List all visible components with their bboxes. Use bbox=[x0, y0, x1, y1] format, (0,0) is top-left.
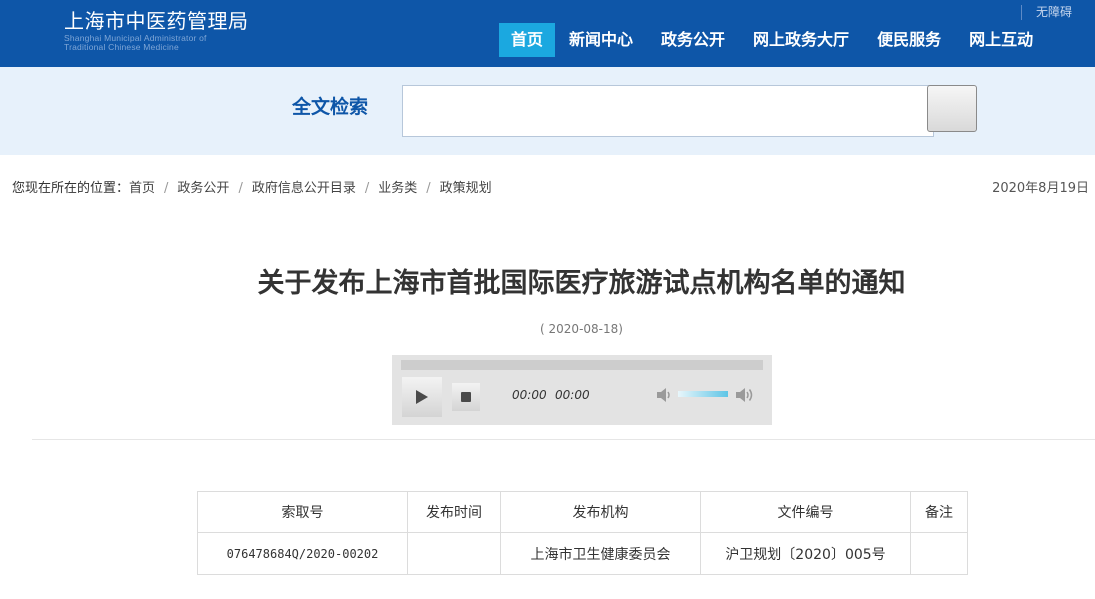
breadcrumb-separator: / bbox=[238, 181, 243, 196]
site-logo[interactable]: 上海市中医药管理局 Shanghai Municipal Administrat… bbox=[64, 8, 249, 52]
stop-button[interactable] bbox=[452, 383, 480, 411]
table-cell-publisher: 上海市卫生健康委员会 bbox=[500, 532, 701, 575]
table-header-cell: 备注 bbox=[910, 491, 968, 533]
table-cell-index-number: 076478684Q/2020-00202 bbox=[197, 532, 408, 575]
nav-item-gov-affairs[interactable]: 政务公开 bbox=[647, 23, 739, 57]
nav-item-home[interactable]: 首页 bbox=[499, 23, 556, 57]
table-header-cell: 发布时间 bbox=[407, 491, 501, 533]
accessibility-link[interactable]: 无障碍 bbox=[1021, 5, 1072, 20]
duration-time: 00:00 bbox=[555, 388, 590, 402]
search-label: 全文检索 bbox=[292, 96, 369, 118]
search-band: 全文检索 bbox=[0, 67, 1095, 155]
logo-title-en-line2: Traditional Chinese Medicine bbox=[64, 42, 179, 52]
nav-item-news[interactable]: 新闻中心 bbox=[555, 23, 647, 57]
nav-item-online-hall[interactable]: 网上政务大厅 bbox=[739, 23, 863, 57]
breadcrumb-item-info-catalog[interactable]: 政府信息公开目录 bbox=[252, 180, 356, 198]
nav-item-interaction[interactable]: 网上互动 bbox=[955, 23, 1047, 57]
mute-icon[interactable] bbox=[655, 386, 673, 404]
play-button[interactable] bbox=[402, 377, 442, 417]
volume-slider[interactable] bbox=[678, 391, 728, 397]
volume-max-icon[interactable] bbox=[735, 386, 755, 404]
table-header-cell: 发布机构 bbox=[500, 491, 701, 533]
table-header-cell: 文件编号 bbox=[700, 491, 911, 533]
table-cell-remarks bbox=[910, 532, 968, 575]
breadcrumb-prefix: 您现在所在的位置： bbox=[12, 181, 130, 196]
search-button[interactable] bbox=[927, 85, 977, 132]
document-info-table: 索取号 发布时间 发布机构 文件编号 备注 076478684Q/2020-00… bbox=[197, 491, 968, 575]
stop-icon bbox=[461, 392, 471, 402]
table-cell-publish-time bbox=[407, 532, 501, 575]
main-nav: 首页 新闻中心 政务公开 网上政务大厅 便民服务 网上互动 bbox=[499, 23, 1047, 57]
table-cell-document-number: 沪卫规划〔2020〕005号 bbox=[700, 532, 911, 575]
search-input[interactable] bbox=[402, 85, 934, 137]
breadcrumb-separator: / bbox=[364, 181, 370, 196]
table-row: 076478684Q/2020-00202 上海市卫生健康委员会 沪卫规划〔20… bbox=[197, 532, 968, 575]
table-header-row: 索取号 发布时间 发布机构 文件编号 备注 bbox=[197, 491, 968, 533]
breadcrumb-item-home[interactable]: 首页 bbox=[129, 180, 155, 198]
article-date: ( 2020-08-18) bbox=[540, 322, 623, 336]
table-header-cell: 索取号 bbox=[197, 491, 408, 533]
breadcrumb-item-gov-affairs[interactable]: 政务公开 bbox=[177, 180, 229, 198]
section-divider bbox=[32, 439, 1095, 440]
current-time: 00:00 bbox=[512, 388, 547, 402]
breadcrumb-separator: / bbox=[426, 181, 431, 196]
page-date: 2020年8月19日 bbox=[992, 181, 1089, 196]
breadcrumb-separator: / bbox=[164, 181, 169, 196]
audio-seek-bar[interactable] bbox=[401, 360, 763, 370]
breadcrumb-item-business[interactable]: 业务类 bbox=[378, 180, 417, 198]
logo-title-cn: 上海市中医药管理局 bbox=[64, 9, 249, 33]
site-header: 上海市中医药管理局 Shanghai Municipal Administrat… bbox=[0, 0, 1095, 67]
audio-player: 00:00 00:00 bbox=[392, 355, 772, 425]
nav-item-services[interactable]: 便民服务 bbox=[863, 23, 955, 57]
article-title: 关于发布上海市首批国际医疗旅游试点机构名单的通知 bbox=[257, 268, 906, 299]
play-icon bbox=[416, 390, 428, 404]
breadcrumb: 您现在所在的位置： 首页 / 政务公开 / 政府信息公开目录 / 业务类 / 政… bbox=[12, 180, 492, 198]
breadcrumb-item-policy[interactable]: 政策规划 bbox=[440, 180, 492, 198]
